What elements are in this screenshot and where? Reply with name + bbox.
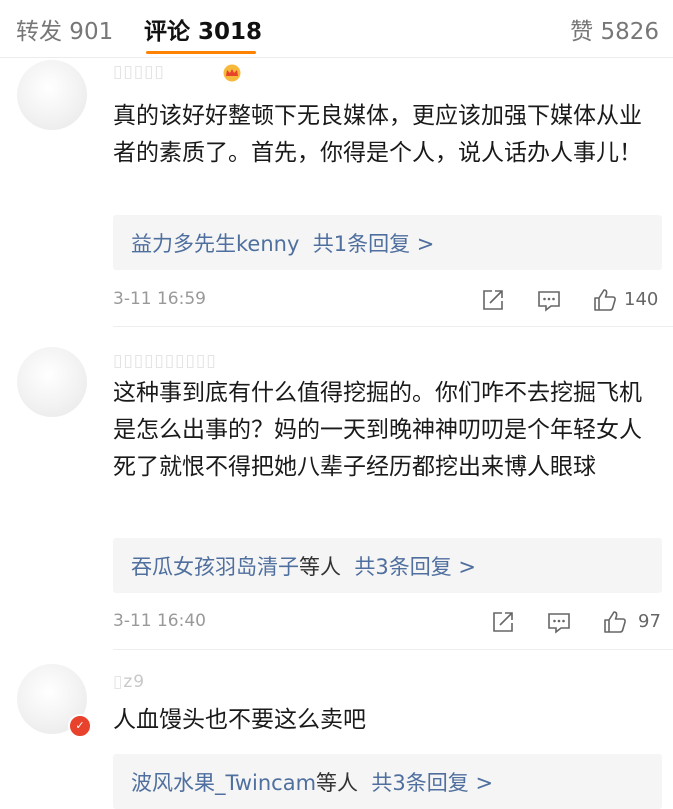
reply-preview[interactable]: 波风水果_Twincam等人 共3条回复 > bbox=[113, 754, 662, 809]
comment-icon[interactable] bbox=[545, 608, 573, 636]
share-icon[interactable] bbox=[479, 286, 507, 314]
verified-badge-icon: ✓ bbox=[68, 714, 92, 738]
reply-count[interactable]: 共3条回复 > bbox=[371, 771, 493, 795]
comment-icon[interactable] bbox=[535, 286, 563, 314]
comment-text: 人血馒头也不要这么卖吧 bbox=[113, 707, 366, 733]
username[interactable]: ▯z9 bbox=[113, 672, 145, 692]
reply-summary[interactable]: 波风水果_Twincam等人 共3条回复 > bbox=[131, 767, 493, 797]
tab-comment[interactable]: 评论 3018 bbox=[144, 12, 262, 46]
active-tab-indicator bbox=[146, 51, 256, 54]
reply-users[interactable]: 益力多先生kenny bbox=[131, 232, 299, 256]
like-count: 97 bbox=[638, 611, 661, 632]
reply-suffix: 等人 bbox=[299, 555, 341, 579]
comment-footer: 3-11 16:59 140 bbox=[113, 286, 662, 316]
username[interactable]: ▯▯▯▯▯ bbox=[113, 62, 165, 82]
tab-repost[interactable]: 转发 901 bbox=[16, 12, 113, 46]
reply-preview[interactable]: 益力多先生kenny 共1条回复 > bbox=[113, 215, 662, 270]
comment-text: 这种事到底有什么值得挖掘的。你们咋不去挖掘飞机是怎么出事的？妈的一天到晚神神叨叨… bbox=[113, 380, 642, 480]
comment-item: ▯▯▯▯▯ 真的该好好整顿下无良媒体，更应该加强下媒体从业者的素质了。首先，你得… bbox=[0, 58, 673, 326]
comment-text: 真的该好好整顿下无良媒体，更应该加强下媒体从业者的素质了。首先，你得是个人，说人… bbox=[113, 103, 642, 166]
username[interactable]: ▯▯▯▯▯▯▯▯▯▯ bbox=[113, 351, 217, 371]
comment-time: 3-11 16:40 bbox=[113, 611, 206, 631]
avatar[interactable] bbox=[17, 347, 87, 417]
like-icon[interactable] bbox=[591, 286, 619, 314]
avatar[interactable] bbox=[17, 60, 87, 130]
reply-preview[interactable]: 吞瓜女孩羽岛清子等人 共3条回复 > bbox=[113, 538, 662, 593]
comment-time: 3-11 16:59 bbox=[113, 289, 206, 309]
reply-summary[interactable]: 吞瓜女孩羽岛清子等人 共3条回复 > bbox=[131, 551, 476, 581]
share-icon[interactable] bbox=[489, 608, 517, 636]
reply-users[interactable]: 波风水果_Twincam bbox=[131, 771, 316, 795]
reply-users[interactable]: 吞瓜女孩羽岛清子 bbox=[131, 555, 299, 579]
reply-summary[interactable]: 益力多先生kenny 共1条回复 > bbox=[131, 228, 434, 258]
comment-item: ✓ ▯z9 人血馒头也不要这么卖吧 波风水果_Twincam等人 共3条回复 > bbox=[0, 650, 673, 809]
crown-icon bbox=[223, 64, 241, 82]
comment-footer: 3-11 16:40 97 bbox=[113, 608, 662, 638]
reply-count[interactable]: 共3条回复 > bbox=[354, 555, 476, 579]
tab-like[interactable]: 赞 5826 bbox=[570, 12, 659, 46]
like-count: 140 bbox=[624, 289, 659, 310]
reply-suffix: 等人 bbox=[316, 771, 359, 795]
like-icon[interactable] bbox=[601, 608, 629, 636]
comment-item: ▯▯▯▯▯▯▯▯▯▯ 这种事到底有什么值得挖掘的。你们咋不去挖掘飞机是怎么出事的… bbox=[0, 327, 673, 649]
reply-count[interactable]: 共1条回复 > bbox=[313, 232, 435, 256]
comment-tabs: 转发 901 评论 3018 赞 5826 bbox=[0, 0, 673, 58]
